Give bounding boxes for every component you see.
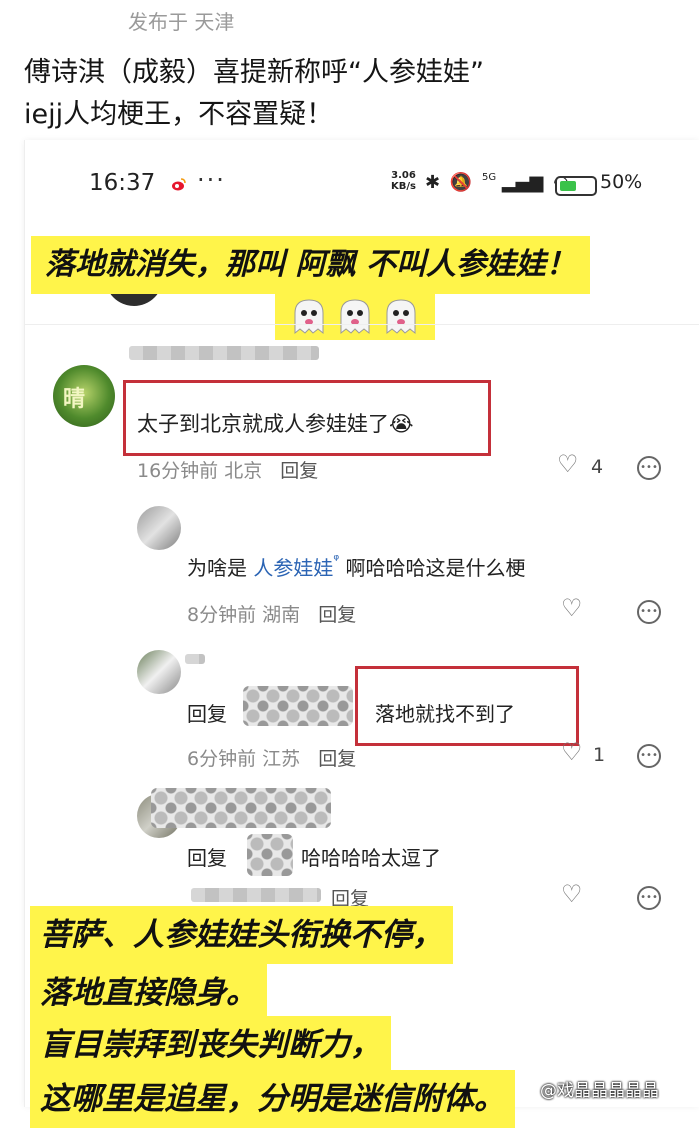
signal-label: 5G [481, 172, 497, 183]
redacted-mention [247, 834, 293, 876]
reply-button[interactable]: 回复 [318, 604, 356, 626]
more-options-icon[interactable]: ••• [637, 600, 661, 624]
system-icons: ✱ 🔕 5G ▂▄▆ ◠ [425, 172, 569, 193]
reply-text-prefix: 为啥是 [187, 556, 254, 580]
reply-text: 为啥是 人参娃娃ᵠ 啊哈哈哈这是什么梗 [187, 552, 526, 581]
caption-line: 这哪里是追星，分明是迷信附体。 [30, 1070, 515, 1128]
redacted-mention [243, 686, 353, 726]
status-bar: 16:37 ··· 3.06 KB/s ✱ 🔕 5G ▂▄▆ ◠ 50% [25, 166, 699, 204]
reply-text-suffix: 啊哈哈哈这是什么梗 [339, 556, 526, 580]
comment-text-body: 太子到北京就成人参娃娃了 [137, 412, 389, 436]
reply-button[interactable]: 回复 [280, 460, 318, 482]
network-speed-unit: KB/s [391, 181, 416, 192]
redacted-meta [191, 888, 321, 902]
redacted-username [151, 788, 331, 828]
post-text: 傅诗淇（成毅）喜提新称呼“人参娃娃” iejj人均梗王，不容置疑！ [24, 57, 484, 130]
battery-percent: 50% [600, 171, 643, 193]
like-icon[interactable]: ♡ [557, 450, 579, 478]
battery-fill [560, 181, 576, 191]
caption-banner-top: 落地就消失，那叫 阿飘 不叫人参娃娃！ [31, 236, 590, 294]
watermark: @戏晶晶晶晶晶 [540, 1081, 659, 1101]
reply-button[interactable]: 回复 [318, 748, 356, 770]
reply-time: 8分钟前 湖南 [187, 604, 301, 626]
crying-emoji-icon: 😭 [389, 412, 414, 436]
mute-icon: 🔕 [449, 172, 473, 193]
reply-text: 落地就找不到了 [375, 702, 515, 726]
ghost-emoji-icon [294, 298, 324, 334]
topic-link[interactable]: 人参娃娃 [253, 556, 333, 580]
reply-text: 哈哈哈哈太逗了 [301, 846, 441, 870]
more-dots-icon: ··· [197, 166, 226, 194]
redacted-username [129, 346, 319, 360]
ghost-emoji-icon [340, 298, 370, 334]
reply-meta: 8分钟前 湖南 回复 [187, 600, 356, 627]
reply-time: 6分钟前 江苏 [187, 748, 301, 770]
like-icon[interactable]: ♡ [561, 594, 583, 622]
signal-icon: ▂▄▆ [501, 172, 544, 193]
reply-avatar[interactable] [137, 650, 181, 694]
caption-line: 盲目崇拜到丧失判断力， [30, 1016, 391, 1074]
like-icon[interactable]: ♡ [561, 738, 583, 766]
post-location: 发布于 天津 [128, 10, 235, 34]
like-count: 1 [593, 744, 606, 766]
reply-label: 回复 [187, 846, 227, 870]
bluetooth-icon: ✱ [425, 172, 441, 193]
caption-line: 落地直接隐身。 [30, 964, 267, 1022]
comment-meta: 16分钟前 北京 回复 [137, 456, 318, 483]
more-options-icon[interactable]: ••• [637, 886, 661, 910]
divider [25, 324, 699, 325]
comment-time: 16分钟前 北京 [137, 460, 263, 482]
ghost-emoji-icon [386, 298, 416, 334]
network-speed: 3.06 KB/s [391, 170, 416, 192]
caption-line: 菩萨、人参娃娃头衔换不停， [30, 906, 453, 964]
reply-label: 回复 [187, 702, 227, 726]
reply-meta: 6分钟前 江苏 回复 [187, 744, 356, 771]
comment-text: 太子到北京就成人参娃娃了😭 [137, 408, 414, 438]
commenter-avatar[interactable]: 晴 [53, 365, 115, 427]
like-icon[interactable]: ♡ [561, 880, 583, 908]
like-count: 4 [591, 456, 604, 478]
redacted-username [185, 654, 205, 664]
ghost-emoji-row [275, 292, 435, 340]
status-time: 16:37 [89, 170, 156, 196]
battery-icon [555, 176, 597, 196]
network-speed-value: 3.06 [391, 170, 416, 181]
more-options-icon[interactable]: ••• [637, 744, 661, 768]
weibo-icon [172, 178, 186, 191]
reply-avatar[interactable] [137, 506, 181, 550]
more-options-icon[interactable]: ••• [637, 456, 661, 480]
